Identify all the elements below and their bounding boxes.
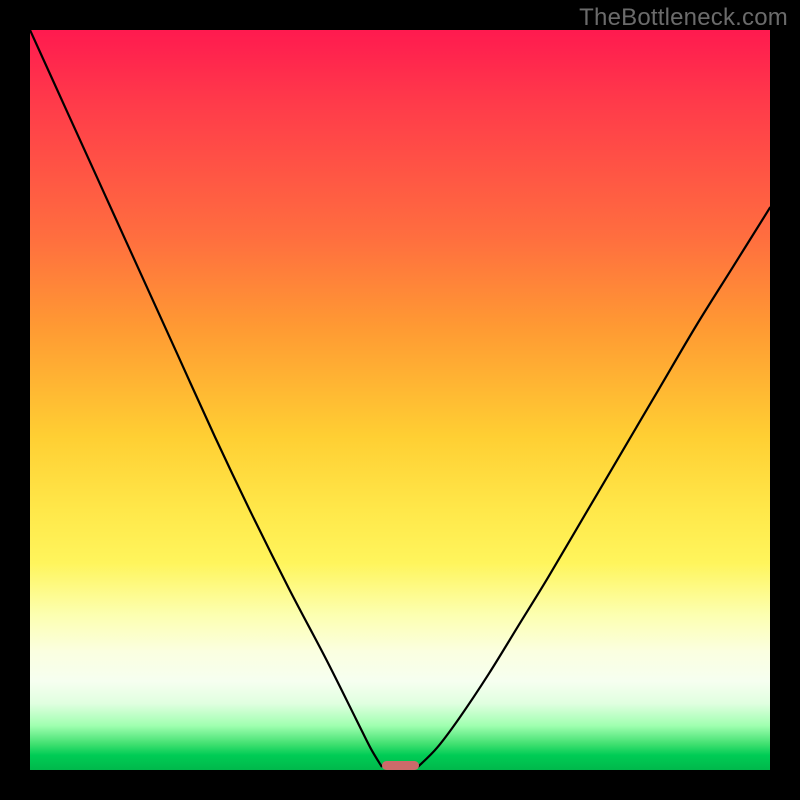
watermark-text: TheBottleneck.com xyxy=(579,4,788,32)
curve-left-branch xyxy=(30,30,382,766)
plot-area xyxy=(30,30,770,770)
curve-svg xyxy=(30,30,770,770)
chart-frame: TheBottleneck.com xyxy=(0,0,800,800)
minimum-marker xyxy=(382,761,419,770)
curve-right-branch xyxy=(419,208,771,767)
